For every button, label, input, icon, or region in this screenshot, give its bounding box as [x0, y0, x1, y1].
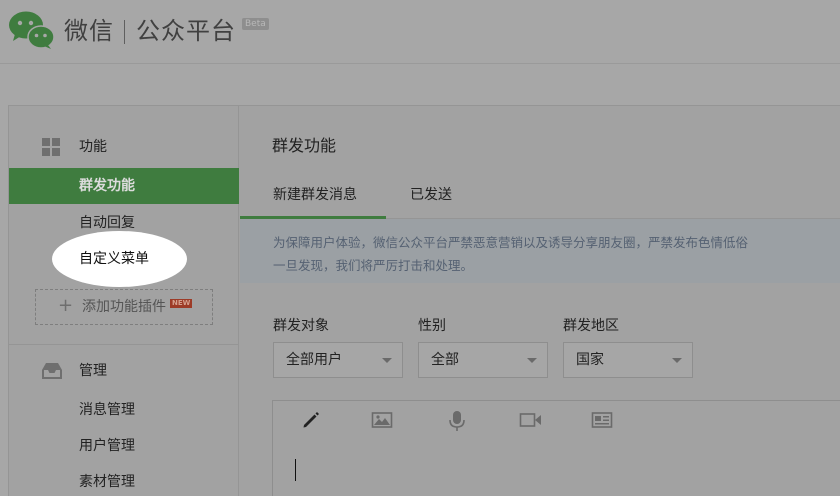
notice-banner: 为保障用户体验，微信公众平台严禁恶意营销以及诱导分享朋友圈，严禁发布色情低俗 一…	[240, 219, 840, 283]
product-name[interactable]: 公众平台	[136, 14, 236, 48]
brand-name[interactable]: 微信	[64, 14, 114, 48]
audience-select-value: 全部用户	[286, 352, 342, 368]
chevron-down-icon	[382, 358, 392, 363]
sidebar-section-management: 管理	[9, 353, 239, 389]
sidebar-item-material-management[interactable]: 素材管理	[9, 464, 239, 496]
brand-divider	[124, 20, 125, 44]
page-title: 群发功能	[272, 136, 337, 155]
wechat-logo-icon[interactable]	[8, 10, 56, 50]
sidebar-section-label: 功能	[79, 139, 107, 155]
message-editor[interactable]	[272, 400, 840, 496]
main-panel: 群发功能 新建群发消息 已发送 为保障用户体验，微信公众平台严禁恶意营销以及诱导…	[240, 106, 840, 496]
plus-icon: +	[58, 295, 74, 316]
sidebar: 功能 群发功能 自动回复 自定义菜单 + 添加功能插件 NEW 管理 消息管理 用…	[9, 106, 239, 496]
text-cursor	[295, 459, 296, 481]
region-label: 群发地区	[563, 318, 619, 334]
inbox-icon	[42, 363, 62, 379]
sidebar-item-message-management[interactable]: 消息管理	[9, 392, 239, 428]
editor-toolbar	[273, 401, 840, 439]
sidebar-section-label: 管理	[79, 363, 107, 379]
content-card: 功能 群发功能 自动回复 自定义菜单 + 添加功能插件 NEW 管理 消息管理 用…	[8, 105, 840, 496]
gender-select-value: 全部	[431, 352, 459, 368]
sidebar-section-features: 功能	[9, 129, 239, 165]
microphone-icon[interactable]	[448, 410, 466, 432]
sidebar-item-user-management[interactable]: 用户管理	[9, 428, 239, 464]
pencil-icon[interactable]	[301, 410, 321, 430]
news-card-icon[interactable]	[591, 410, 613, 430]
add-plugin-button[interactable]: + 添加功能插件 NEW	[35, 289, 213, 325]
tab-new-mass-message[interactable]: 新建群发消息	[273, 178, 357, 220]
top-header: 微信 公众平台 Beta	[0, 0, 840, 64]
region-select[interactable]: 国家	[563, 342, 693, 378]
image-icon[interactable]	[371, 410, 393, 430]
audience-select[interactable]: 全部用户	[273, 342, 403, 378]
notice-line: 一旦发现，我们将严厉打击和处理。	[273, 258, 474, 273]
tab-sent[interactable]: 已发送	[410, 178, 452, 220]
sidebar-divider	[9, 344, 239, 345]
video-icon[interactable]	[519, 410, 543, 430]
chevron-down-icon	[672, 358, 682, 363]
add-plugin-label: 添加功能插件	[82, 299, 166, 315]
tab-bar: 新建群发消息 已发送	[240, 178, 840, 220]
audience-label: 群发对象	[273, 318, 329, 334]
new-badge: NEW	[170, 299, 193, 308]
grid-icon	[42, 138, 60, 156]
sidebar-item-custom-menu[interactable]: 自定义菜单	[79, 241, 149, 277]
notice-line: 为保障用户体验，微信公众平台严禁恶意营销以及诱导分享朋友圈，严禁发布色情低俗	[273, 235, 749, 250]
region-select-value: 国家	[576, 352, 604, 368]
sidebar-item-mass-send[interactable]: 群发功能	[9, 168, 239, 204]
chevron-down-icon	[527, 358, 537, 363]
gender-label: 性别	[418, 318, 446, 334]
gender-select[interactable]: 全部	[418, 342, 548, 378]
beta-badge: Beta	[242, 18, 269, 30]
